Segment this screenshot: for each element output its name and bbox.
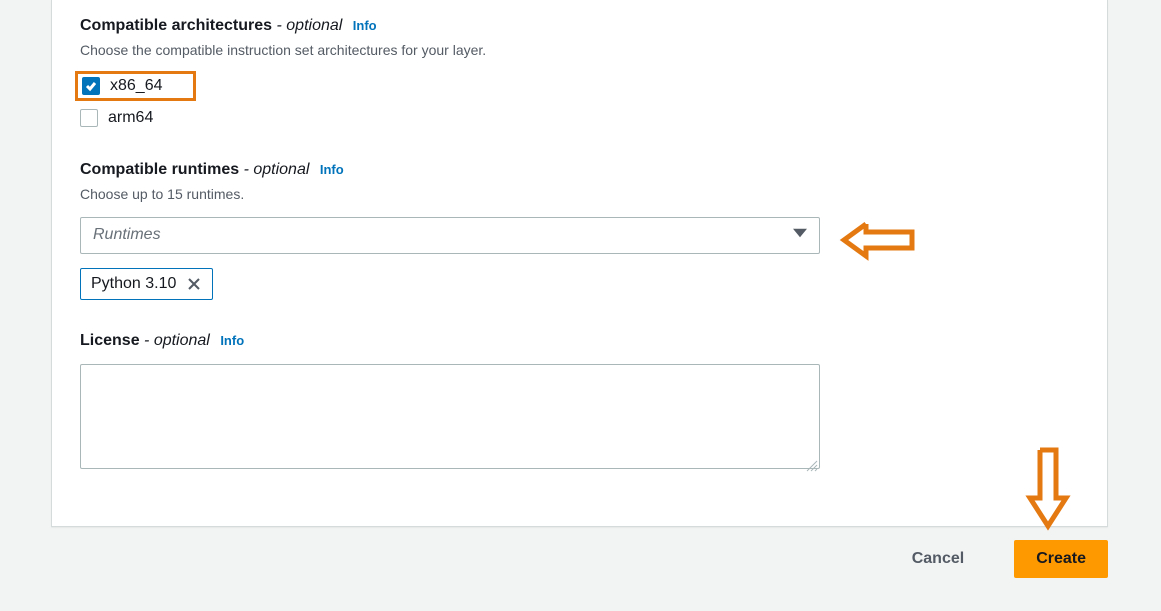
- checkbox-x86[interactable]: [82, 77, 100, 95]
- section-header: Compatible runtimes - optional Info: [80, 159, 1079, 181]
- runtime-chip-label: Python 3.10: [91, 275, 176, 293]
- chevron-down-icon: [793, 226, 807, 245]
- form-panel: Compatible architectures - optional Info…: [51, 0, 1108, 527]
- runtimes-title-text: Compatible runtimes: [80, 161, 239, 178]
- license-info-link[interactable]: Info: [220, 333, 244, 348]
- checkbox-arm64[interactable]: [80, 109, 98, 127]
- license-optional: - optional: [140, 332, 210, 349]
- runtimes-dropdown-placeholder: Runtimes: [93, 226, 161, 244]
- highlight-x86: x86_64: [75, 71, 196, 101]
- annotation-arrow-create: [1024, 444, 1072, 537]
- section-runtimes: Compatible runtimes - optional Info Choo…: [80, 159, 1079, 300]
- runtime-chip-python310: Python 3.10: [80, 268, 213, 300]
- annotation-arrow-dropdown: [838, 218, 918, 267]
- architectures-description: Choose the compatible instruction set ar…: [80, 41, 1079, 61]
- section-architectures: Compatible architectures - optional Info…: [80, 15, 1079, 127]
- cancel-button[interactable]: Cancel: [890, 540, 986, 578]
- runtimes-info-link[interactable]: Info: [320, 162, 344, 177]
- checkbox-label-x86: x86_64: [110, 77, 163, 95]
- section-header: License - optional Info: [80, 330, 1079, 352]
- architectures-info-link[interactable]: Info: [353, 18, 377, 33]
- checkbox-row-x86: x86_64: [80, 71, 1079, 101]
- architectures-optional: - optional: [272, 17, 342, 34]
- license-title-text: License: [80, 332, 140, 349]
- checkbox-label-arm64: arm64: [108, 109, 153, 127]
- create-button[interactable]: Create: [1014, 540, 1108, 578]
- remove-runtime-button[interactable]: [186, 276, 202, 292]
- runtimes-optional: - optional: [239, 161, 309, 178]
- license-title: License - optional: [80, 332, 214, 349]
- checkbox-row-arm64: arm64: [80, 109, 1079, 127]
- license-textarea[interactable]: [80, 364, 820, 469]
- section-license: License - optional Info: [80, 330, 1079, 474]
- runtimes-title: Compatible runtimes - optional: [80, 161, 314, 178]
- architectures-title-text: Compatible architectures: [80, 17, 272, 34]
- button-row: Cancel Create: [890, 540, 1108, 578]
- resize-handle-icon[interactable]: [804, 458, 818, 472]
- section-header: Compatible architectures - optional Info: [80, 15, 1079, 37]
- runtimes-dropdown[interactable]: Runtimes: [80, 217, 820, 254]
- close-icon: [186, 276, 202, 292]
- check-icon: [85, 80, 97, 92]
- architectures-title: Compatible architectures - optional: [80, 17, 347, 34]
- runtimes-description: Choose up to 15 runtimes.: [80, 185, 1079, 205]
